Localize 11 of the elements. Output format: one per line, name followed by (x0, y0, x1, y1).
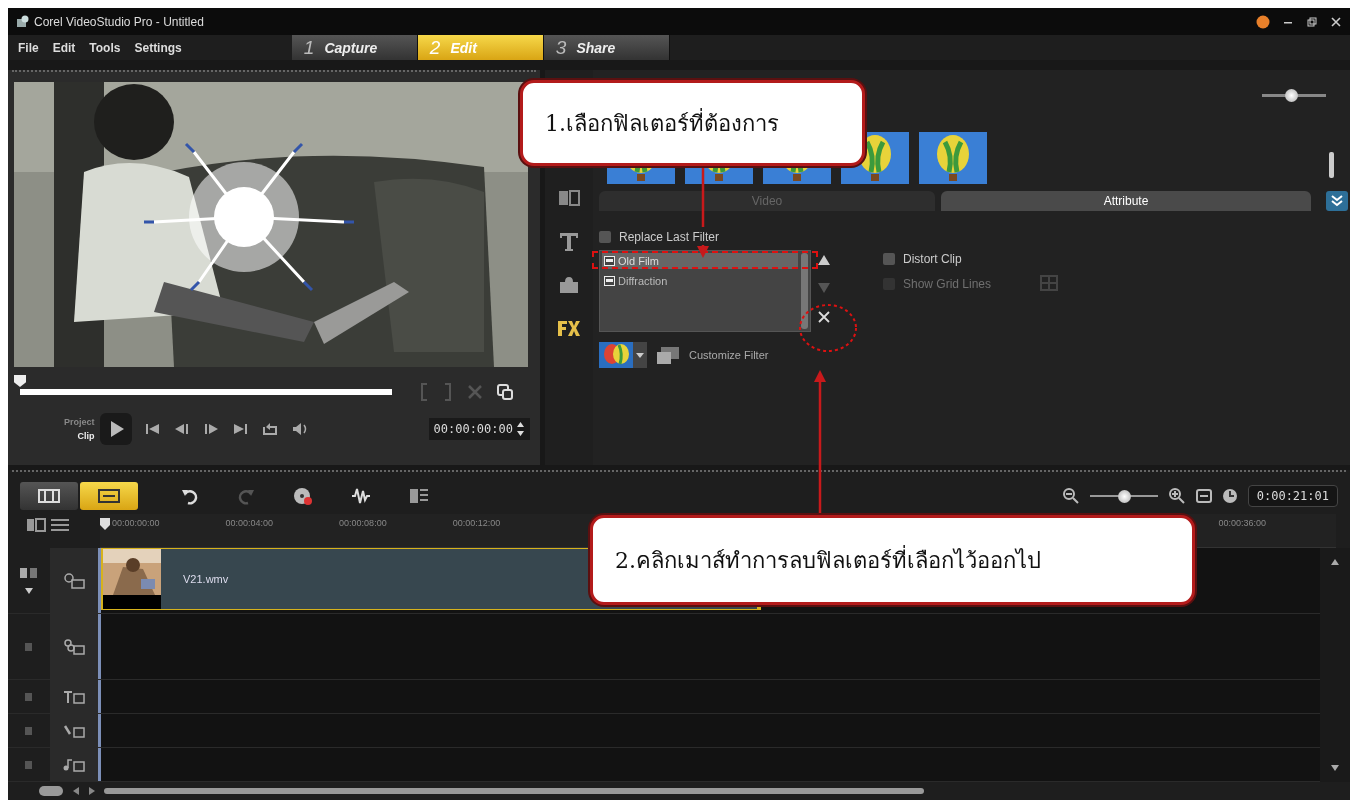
checkbox-label: Replace Last Filter (619, 230, 720, 244)
ruler-label: 00:00:04:00 (225, 518, 274, 530)
window-title: Corel VideoStudio Pro - Untitled (34, 14, 204, 29)
ruler-label: 00:00:08:00 (339, 518, 387, 530)
checkbox-label: Show Grid Lines (903, 277, 992, 291)
clip-name: V21.wmv (183, 573, 229, 585)
ruler-label: 00:00:00:00 (112, 518, 160, 530)
callout-text: 1.เลือกฟิลเตอร์ที่ต้องการ (545, 107, 779, 138)
ruler-label: 00:00:12:00 (452, 518, 501, 530)
checkbox-label: Distort Clip (903, 252, 962, 266)
ruler-label: 00:00:36:00 (1218, 518, 1266, 530)
